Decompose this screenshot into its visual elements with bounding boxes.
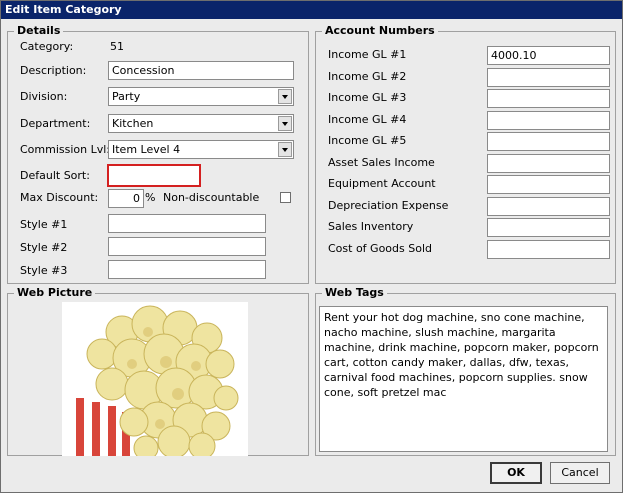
account-row-input[interactable] (487, 67, 610, 87)
style1-input[interactable] (108, 214, 266, 233)
chevron-down-icon[interactable] (278, 142, 292, 157)
account-row-label: Sales Inventory (328, 220, 414, 233)
department-select[interactable]: Kitchen (108, 114, 294, 133)
category-value: 51 (110, 40, 124, 53)
commission-select[interactable]: Item Level 4 (108, 140, 294, 159)
details-legend: Details (14, 24, 64, 38)
description-input[interactable]: Concession (108, 61, 294, 80)
department-value: Kitchen (112, 117, 154, 130)
commission-value: Item Level 4 (112, 143, 181, 156)
style2-label: Style #2 (20, 241, 68, 254)
popcorn-image[interactable] (62, 302, 248, 456)
max-discount-input[interactable]: 0 (108, 189, 144, 208)
window-title: Edit Item Category (1, 1, 622, 19)
division-value: Party (112, 90, 141, 103)
style1-label: Style #1 (20, 218, 68, 231)
default-sort-label: Default Sort: (20, 169, 90, 182)
web-picture-group: Web Picture (7, 286, 309, 456)
account-row-label: Income GL #3 (328, 91, 407, 104)
account-row-input[interactable] (487, 239, 610, 259)
web-tags-legend: Web Tags (322, 286, 387, 300)
division-select[interactable]: Party (108, 87, 294, 106)
account-row-input[interactable] (487, 218, 610, 237)
account-row-input[interactable] (487, 153, 610, 173)
division-label: Division: (20, 90, 68, 103)
account-row-label: Income GL #4 (328, 112, 407, 126)
chevron-down-icon[interactable] (278, 89, 292, 104)
web-picture-legend: Web Picture (14, 286, 96, 300)
non-discountable-checkbox[interactable] (280, 192, 291, 203)
account-numbers-legend: Account Numbers (322, 24, 438, 38)
account-row-input[interactable] (487, 89, 610, 108)
default-sort-input[interactable] (107, 164, 201, 187)
web-tags-group: Web Tags Rent your hot dog machine, sno … (315, 286, 616, 456)
details-group: Details Category: 51 Description: Conces… (7, 24, 309, 284)
style3-input[interactable] (108, 260, 266, 279)
account-row-input[interactable] (487, 110, 610, 130)
max-discount-value: 0 (133, 192, 140, 205)
account-row-label: Cost of Goods Sold (328, 241, 432, 255)
account-row-label: Asset Sales Income (328, 155, 435, 169)
style2-input[interactable] (108, 237, 266, 256)
web-tags-textarea[interactable]: Rent your hot dog machine, sno cone mach… (319, 306, 608, 452)
style3-label: Style #3 (20, 264, 68, 277)
account-row-label: Equipment Account (328, 177, 436, 190)
description-label: Description: (20, 64, 87, 77)
category-label: Category: (20, 40, 74, 53)
percent-sign: % (145, 191, 156, 204)
commission-label: Commission Lvl: (20, 143, 111, 156)
account-row-label: Income GL #2 (328, 69, 407, 83)
department-label: Department: (20, 117, 91, 130)
account-row-input[interactable]: 4000.10 (487, 46, 610, 65)
max-discount-label: Max Discount: (20, 191, 99, 204)
account-row-label: Depreciation Expense (328, 198, 449, 212)
account-row-input[interactable] (487, 175, 610, 194)
account-numbers-group: Account Numbers Income GL #1 4000.10 Incom… (315, 24, 616, 284)
popcorn-picture (62, 302, 248, 456)
non-discountable-label: Non-discountable (163, 191, 260, 204)
edit-item-category-window: Edit Item Category Details Category: 51 … (0, 0, 623, 493)
account-row-input[interactable] (487, 132, 610, 151)
account-row-label: Income GL #1 (328, 48, 407, 61)
ok-button[interactable]: OK (490, 462, 542, 484)
chevron-down-icon[interactable] (278, 116, 292, 131)
account-row-label: Income GL #5 (328, 134, 407, 147)
account-row-input[interactable] (487, 196, 610, 216)
cancel-button[interactable]: Cancel (550, 462, 610, 484)
